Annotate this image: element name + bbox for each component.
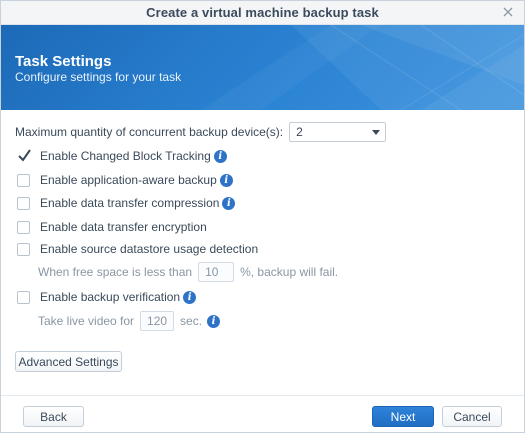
free-space-prefix: When free space is less than <box>38 265 193 279</box>
next-button[interactable]: Next <box>372 406 434 427</box>
option-application-aware: Enable application-aware backup i <box>17 173 233 187</box>
window-title: Create a virtual machine backup task <box>146 5 379 20</box>
checkmark-icon <box>18 148 31 162</box>
option-backup-verification: Enable backup verification i <box>17 290 197 304</box>
concurrent-value: 2 <box>296 125 303 139</box>
free-space-suffix: %, backup will fail. <box>240 265 339 279</box>
option-changed-block-tracking: Enable Changed Block Tracking i <box>17 148 227 163</box>
close-icon[interactable] <box>500 4 516 20</box>
app-aware-label: Enable application-aware backup <box>40 173 217 187</box>
option-transfer-encryption: Enable data transfer encryption <box>17 220 207 234</box>
live-video-suffix: sec. <box>180 314 203 328</box>
chevron-down-icon <box>372 130 381 135</box>
footer-divider <box>1 395 524 396</box>
info-icon[interactable]: i <box>207 314 221 328</box>
live-video-input[interactable]: 120 <box>140 311 175 331</box>
info-icon[interactable]: i <box>219 173 233 187</box>
page-subtitle: Configure settings for your task <box>15 70 182 84</box>
free-space-input[interactable]: 10 <box>198 262 235 282</box>
cbt-label: Enable Changed Block Tracking <box>40 149 211 163</box>
verification-checkbox[interactable] <box>17 290 30 304</box>
datastore-detection-checkbox[interactable] <box>17 242 30 256</box>
compression-checkbox[interactable] <box>17 196 30 210</box>
header-banner: Task Settings Configure settings for you… <box>1 25 524 110</box>
page-title: Task Settings <box>15 53 112 70</box>
cbt-checkbox[interactable] <box>17 148 31 163</box>
live-video-row: Take live video for 120 sec. i <box>38 311 221 331</box>
concurrent-row: Maximum quantity of concurrent backup de… <box>15 122 387 142</box>
datastore-detection-label: Enable source datastore usage detection <box>40 242 259 256</box>
encryption-checkbox[interactable] <box>17 220 30 234</box>
encryption-label: Enable data transfer encryption <box>40 220 207 234</box>
compression-label: Enable data transfer compression <box>40 196 220 210</box>
live-video-prefix: Take live video for <box>38 314 135 328</box>
backup-task-dialog: Create a virtual machine backup task Tas… <box>0 0 525 433</box>
info-icon[interactable]: i <box>222 196 236 210</box>
verification-label: Enable backup verification <box>40 290 181 304</box>
concurrent-label: Maximum quantity of concurrent backup de… <box>15 125 284 139</box>
cancel-button[interactable]: Cancel <box>442 406 502 427</box>
back-button[interactable]: Back <box>23 406 84 427</box>
option-datastore-usage-detection: Enable source datastore usage detection <box>17 242 258 256</box>
info-icon[interactable]: i <box>183 290 197 304</box>
option-transfer-compression: Enable data transfer compression i <box>17 196 236 210</box>
title-bar: Create a virtual machine backup task <box>1 1 524 25</box>
info-icon[interactable]: i <box>213 149 227 163</box>
app-aware-checkbox[interactable] <box>17 173 30 187</box>
concurrent-select[interactable]: 2 <box>289 122 387 142</box>
free-space-row: When free space is less than 10 %, backu… <box>38 262 338 282</box>
advanced-settings-button[interactable]: Advanced Settings <box>15 351 122 372</box>
